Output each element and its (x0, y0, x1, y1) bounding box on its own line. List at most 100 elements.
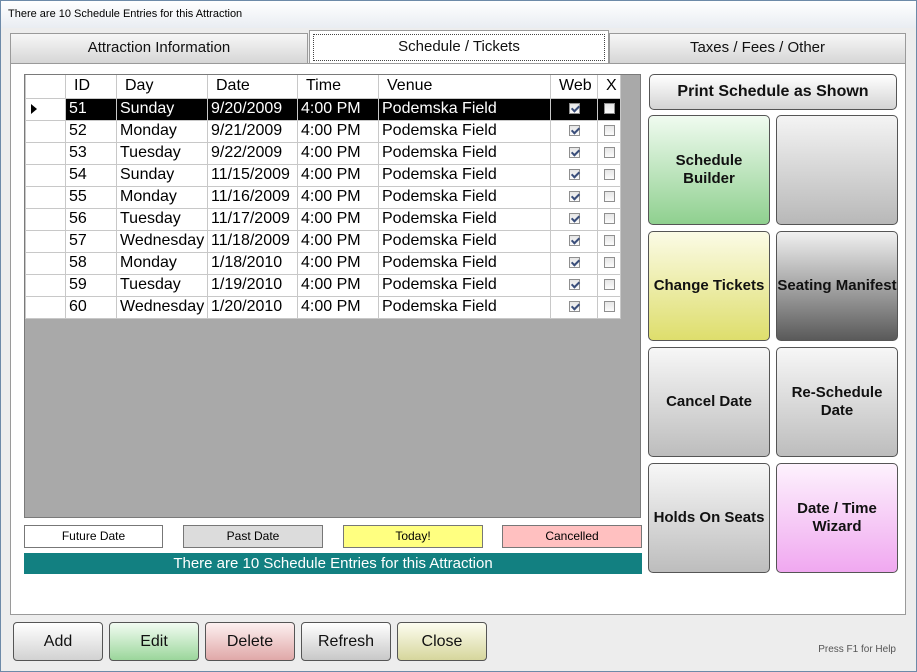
tab-attraction-information[interactable]: Attraction Information (10, 33, 308, 63)
print-schedule-button[interactable]: Print Schedule as Shown (649, 74, 897, 110)
cell-day[interactable]: Sunday (116, 163, 208, 187)
web-checkbox[interactable] (568, 147, 580, 159)
x-checkbox[interactable] (603, 103, 615, 115)
cell-date[interactable]: 11/17/2009 (207, 207, 298, 231)
cell-venue[interactable]: Podemska Field (378, 185, 551, 209)
web-checkbox[interactable] (568, 191, 580, 203)
cell-id[interactable]: 57 (65, 229, 117, 253)
row-header-cell[interactable] (25, 229, 66, 253)
tab-schedule-tickets[interactable]: Schedule / Tickets (309, 30, 609, 64)
cell-time[interactable]: 4:00 PM (297, 119, 379, 143)
tab-taxes-fees-other[interactable]: Taxes / Fees / Other (609, 33, 906, 63)
change-tickets-button[interactable]: Change Tickets (648, 231, 770, 341)
cell-id[interactable]: 55 (65, 185, 117, 209)
web-checkbox[interactable] (568, 103, 580, 115)
web-checkbox[interactable] (568, 279, 580, 291)
x-checkbox[interactable] (603, 235, 615, 247)
row-header-cell[interactable] (25, 185, 66, 209)
web-checkbox[interactable] (568, 125, 580, 137)
column-header-time[interactable]: Time (297, 75, 379, 99)
schedule-builder-button[interactable]: Schedule Builder (648, 115, 770, 225)
table-row[interactable]: 56 Tuesday 11/17/2009 4:00 PM Podemska Field (25, 207, 621, 231)
column-header-venue[interactable]: Venue (378, 75, 551, 99)
add-button[interactable]: Add (13, 622, 103, 661)
edit-button[interactable]: Edit (109, 622, 199, 661)
web-checkbox[interactable] (568, 235, 580, 247)
cancel-date-button[interactable]: Cancel Date (648, 347, 770, 457)
table-row[interactable]: 57 Wednesday 11/18/2009 4:00 PM Podemska Fie… (25, 229, 621, 253)
column-header-web[interactable]: Web (550, 75, 598, 99)
blank-button[interactable] (776, 115, 898, 225)
cell-id[interactable]: 60 (65, 295, 117, 319)
table-row[interactable]: 55 Monday 11/16/2009 4:00 PM Podemska Field (25, 185, 621, 209)
cell-date[interactable]: 1/19/2010 (207, 273, 298, 297)
cell-venue[interactable]: Podemska Field (378, 141, 551, 165)
cell-id[interactable]: 58 (65, 251, 117, 275)
cell-venue[interactable]: Podemska Field (378, 119, 551, 143)
reschedule-date-button[interactable]: Re-Schedule Date (776, 347, 898, 457)
cell-date[interactable]: 9/22/2009 (207, 141, 298, 165)
cell-day[interactable]: Wednesday (116, 229, 208, 253)
cell-id[interactable]: 52 (65, 119, 117, 143)
cell-date[interactable]: 9/21/2009 (207, 119, 298, 143)
holds-on-seats-button[interactable]: Holds On Seats (648, 463, 770, 573)
cell-time[interactable]: 4:00 PM (297, 229, 379, 253)
cell-date[interactable]: 11/15/2009 (207, 163, 298, 187)
cell-day[interactable]: Monday (116, 119, 208, 143)
row-header-cell[interactable] (25, 295, 66, 319)
cell-time[interactable]: 4:00 PM (297, 273, 379, 297)
table-row[interactable]: 58 Monday 1/18/2010 4:00 PM Podemska Field (25, 251, 621, 275)
close-button[interactable]: Close (397, 622, 487, 661)
cell-id[interactable]: 59 (65, 273, 117, 297)
row-header-cell[interactable] (25, 97, 66, 121)
date-time-wizard-button[interactable]: Date / Time Wizard (776, 463, 898, 573)
cell-time[interactable]: 4:00 PM (297, 295, 379, 319)
cell-date[interactable]: 1/20/2010 (207, 295, 298, 319)
x-checkbox[interactable] (603, 213, 615, 225)
cell-venue[interactable]: Podemska Field (378, 229, 551, 253)
cell-venue[interactable]: Podemska Field (378, 163, 551, 187)
cell-venue[interactable]: Podemska Field (378, 97, 551, 121)
web-checkbox[interactable] (568, 169, 580, 181)
cell-id[interactable]: 54 (65, 163, 117, 187)
cell-date[interactable]: 11/16/2009 (207, 185, 298, 209)
x-checkbox[interactable] (603, 191, 615, 203)
cell-day[interactable]: Monday (116, 185, 208, 209)
table-row[interactable]: 53 Tuesday 9/22/2009 4:00 PM Podemska Field (25, 141, 621, 165)
x-checkbox[interactable] (603, 279, 615, 291)
row-header-cell[interactable] (25, 207, 66, 231)
cell-day[interactable]: Monday (116, 251, 208, 275)
column-header-day[interactable]: Day (116, 75, 208, 99)
table-row[interactable]: 54 Sunday 11/15/2009 4:00 PM Podemska Field (25, 163, 621, 187)
cell-day[interactable]: Tuesday (116, 141, 208, 165)
row-header-cell[interactable] (25, 141, 66, 165)
x-checkbox[interactable] (603, 301, 615, 313)
cell-day[interactable]: Tuesday (116, 273, 208, 297)
cell-id[interactable]: 56 (65, 207, 117, 231)
column-header-id[interactable]: ID (65, 75, 117, 99)
column-header-date[interactable]: Date (207, 75, 298, 99)
cell-time[interactable]: 4:00 PM (297, 207, 379, 231)
cell-id[interactable]: 51 (65, 97, 117, 121)
cell-day[interactable]: Tuesday (116, 207, 208, 231)
table-row[interactable]: 60 Wednesday 1/20/2010 4:00 PM Podemska Fiel… (25, 295, 621, 319)
refresh-button[interactable]: Refresh (301, 622, 391, 661)
table-row[interactable]: 59 Tuesday 1/19/2010 4:00 PM Podemska Field (25, 273, 621, 297)
delete-button[interactable]: Delete (205, 622, 295, 661)
cell-time[interactable]: 4:00 PM (297, 97, 379, 121)
cell-time[interactable]: 4:00 PM (297, 185, 379, 209)
cell-venue[interactable]: Podemska Field (378, 295, 551, 319)
row-header-cell[interactable] (25, 251, 66, 275)
cell-time[interactable]: 4:00 PM (297, 141, 379, 165)
cell-time[interactable]: 4:00 PM (297, 163, 379, 187)
x-checkbox[interactable] (603, 125, 615, 137)
x-checkbox[interactable] (603, 257, 615, 269)
web-checkbox[interactable] (568, 301, 580, 313)
seating-manifest-button[interactable]: Seating Manifest (776, 231, 898, 341)
web-checkbox[interactable] (568, 257, 580, 269)
cell-date[interactable]: 11/18/2009 (207, 229, 298, 253)
column-header-x[interactable]: X (597, 75, 621, 99)
x-checkbox[interactable] (603, 147, 615, 159)
x-checkbox[interactable] (603, 169, 615, 181)
row-header-cell[interactable] (25, 163, 66, 187)
